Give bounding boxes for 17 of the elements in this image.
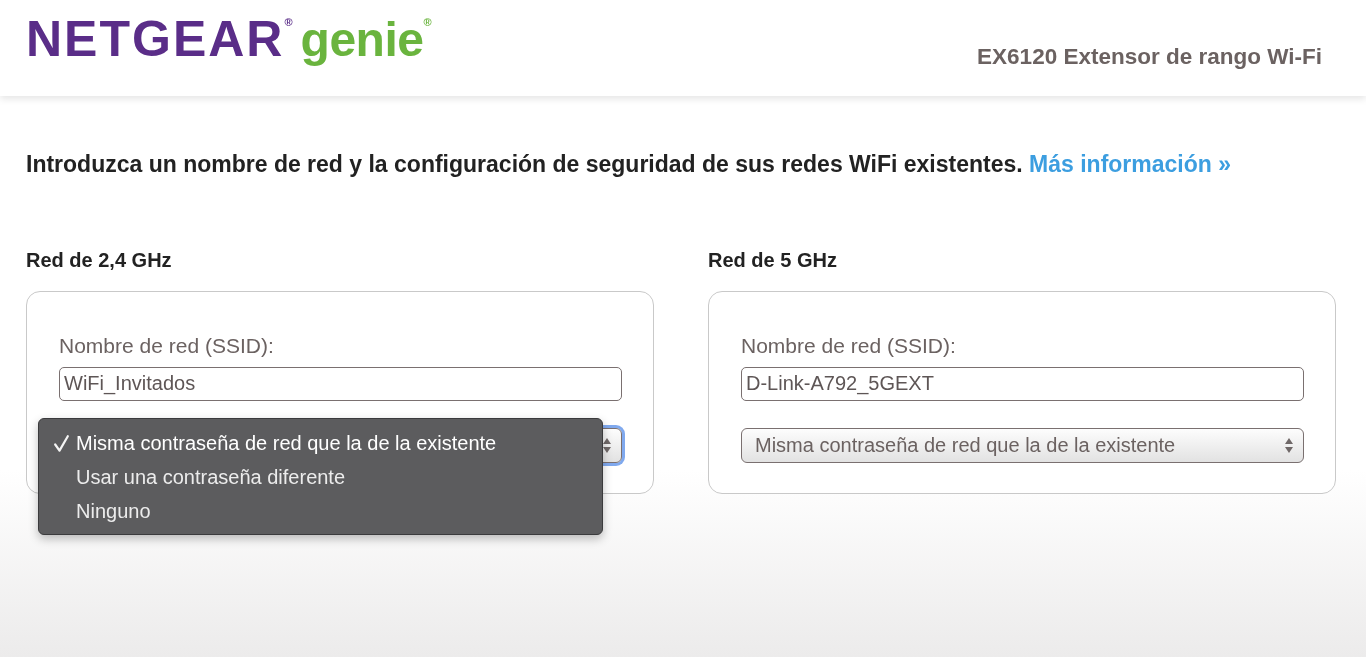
- ssid-input[interactable]: WiFi_Invitados: [59, 367, 622, 401]
- ssid-input[interactable]: D-Link-A792_5GEXT: [741, 367, 1304, 401]
- band-heading: Red de 5 GHz: [708, 248, 838, 272]
- netgear-genie-logo: NETGEAR$^{®}$ genie$^{®}$: [26, 14, 432, 64]
- dropdown-option[interactable]: Ninguno: [39, 494, 602, 528]
- dropdown-option[interactable]: Usar una contraseña diferente: [39, 460, 602, 494]
- check-icon: [54, 434, 69, 452]
- dropdown-option[interactable]: Misma contraseña de red que la de la existente: [39, 426, 602, 460]
- password-select[interactable]: Misma contraseña de red que la de la existente: [741, 428, 1304, 463]
- intro-text: Introduzca un nombre de red y la configuración de seguridad de sus redes WiFi existentes. Más información »: [26, 150, 1232, 178]
- ssid-label: Nombre de red (SSID):: [741, 334, 957, 358]
- more-info-link[interactable]: Más información »: [1029, 151, 1231, 177]
- ssid-label: Nombre de red (SSID):: [59, 334, 275, 358]
- updown-arrows-icon: [603, 438, 611, 453]
- band-heading: Red de 2,4 GHz: [26, 248, 173, 272]
- updown-arrows-icon: [1285, 438, 1293, 453]
- device-title: EX6120 Extensor de rango Wi-Fi: [977, 44, 1322, 70]
